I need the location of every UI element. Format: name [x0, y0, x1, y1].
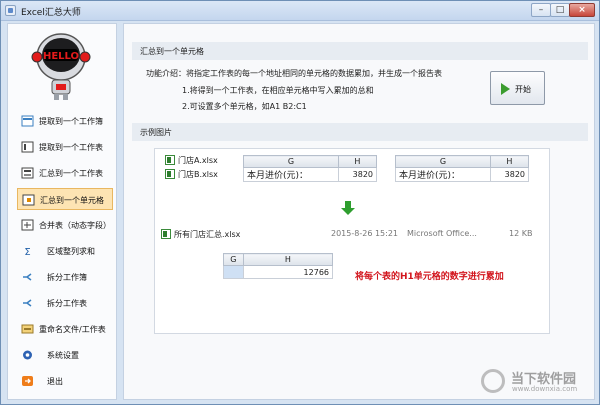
sidebar-item-exit[interactable]: 退出 — [17, 370, 113, 392]
example-title: 示例图片 — [140, 128, 172, 137]
price-label: 本月进价(元)： — [395, 167, 491, 182]
excel-file-icon — [165, 169, 175, 179]
watermark-url: www.downxia.com — [512, 385, 578, 393]
sheet-extract-icon — [21, 141, 34, 153]
col-g-header: G — [395, 155, 491, 168]
sum-value: 12766 — [242, 265, 334, 279]
sidebar-item-split-workbook[interactable]: 拆分工作簿 — [17, 266, 113, 288]
sidebar-item-label: 退出 — [47, 377, 63, 386]
summary-file: 所有门店汇总.xlsx — [161, 229, 240, 240]
col-g-header: G — [223, 253, 244, 266]
feature-point-2: 2.可设置多个单元格，如A1 B2:C1 — [182, 102, 307, 111]
minimize-button[interactable]: – — [531, 3, 551, 17]
example-note: 将每个表的H1单元格的数字进行累加 — [355, 272, 504, 282]
robot-mascot-logo: HELLO — [31, 33, 91, 100]
sidebar-item-label: 重命名文件/工作表 — [39, 325, 106, 334]
sidebar-item-summary-cell[interactable]: 汇总到一个单元格 — [17, 188, 113, 210]
title-bar: Excel汇总大师 – □ × — [1, 1, 599, 21]
svg-text:HELLO: HELLO — [43, 51, 79, 62]
maximize-button[interactable]: □ — [550, 3, 570, 17]
sidebar-item-label: 区域整列求和 — [47, 247, 95, 256]
settings-icon — [23, 350, 32, 360]
example-table-a: GH 本月进价(元)： 3820 — [243, 155, 378, 182]
close-button[interactable]: × — [569, 3, 595, 17]
summary-file-name: 所有门店汇总.xlsx — [174, 230, 241, 239]
col-g-header: G — [243, 155, 339, 168]
exit-icon — [22, 376, 33, 386]
excel-file-icon — [161, 229, 171, 239]
sidebar-item-label: 汇总到一个工作表 — [39, 169, 103, 178]
start-button-label: 开始 — [515, 85, 531, 94]
excel-file-icon — [165, 155, 175, 165]
example-image: 门店A.xlsx 门店B.xlsx GH 本月进价(元)： 3820 GH 本月进… — [154, 148, 550, 334]
price-label: 本月进价(元)： — [243, 167, 339, 182]
summary-file-size: 12 KB — [509, 229, 533, 238]
sheet-summary-icon — [21, 167, 34, 179]
split-sheet-icon — [23, 299, 32, 307]
window-title: Excel汇总大师 — [21, 8, 81, 18]
sidebar-item-summary-sheet[interactable]: 汇总到一个工作表 — [17, 162, 113, 184]
sidebar-item-extract-workbook[interactable]: 提取到一个工作簿 — [17, 110, 113, 132]
app-window: Excel汇总大师 – □ × HELLO 提取到一个工作簿 提取到一个工作表 — [0, 0, 600, 405]
sidebar-item-merge-table[interactable]: 合并表（动态字段） — [17, 214, 113, 236]
split-workbook-icon — [23, 273, 32, 281]
cell-summary-icon — [22, 194, 35, 206]
sidebar-item-column-sum[interactable]: Σ 区域整列求和 — [17, 240, 113, 262]
col-h-header: H — [337, 155, 378, 168]
section-title: 汇总到一个单元格 — [140, 47, 204, 56]
start-button[interactable]: 开始 — [490, 71, 545, 105]
example-table-b: GH 本月进价(元)： 3820 — [395, 155, 530, 182]
sidebar-item-rename[interactable]: 重命名文件/工作表 — [17, 318, 113, 340]
sidebar-item-settings[interactable]: 系统设置 — [17, 344, 113, 366]
summary-file-date: 2015-8-26 15:21 — [331, 229, 398, 238]
example-file-b: 门店B.xlsx — [165, 169, 218, 180]
feature-description: 功能介绍：将指定工作表的每一个地址相同的单元格的数据累加，并生成一个报告表 — [146, 69, 442, 78]
sidebar-item-label: 提取到一个工作簿 — [39, 117, 103, 126]
sidebar-item-label: 提取到一个工作表 — [39, 143, 103, 152]
section-header: 汇总到一个单元格 — [132, 42, 588, 60]
down-arrow-icon — [341, 201, 355, 215]
sidebar-item-label: 汇总到一个单元格 — [40, 196, 104, 205]
rename-icon — [21, 324, 34, 334]
column-sum-icon: Σ — [24, 247, 30, 257]
main-panel: 汇总到一个单元格 功能介绍：将指定工作表的每一个地址相同的单元格的数据累加，并生… — [123, 23, 595, 400]
feature-point-1: 1.将得到一个工作表，在相应单元格中写入累加的总和 — [182, 86, 374, 95]
summary-file-type: Microsoft Office... — [407, 229, 477, 238]
sidebar-item-label: 合并表（动态字段） — [39, 221, 111, 230]
merge-table-icon — [21, 219, 34, 231]
file-b-name: 门店B.xlsx — [178, 170, 218, 179]
col-h-header: H — [489, 155, 530, 168]
example-file-a: 门店A.xlsx — [165, 155, 218, 166]
sidebar-item-extract-sheet[interactable]: 提取到一个工作表 — [17, 136, 113, 158]
watermark-logo: 当下软件园 www.downxia.com — [481, 367, 591, 397]
sidebar-item-label: 系统设置 — [47, 351, 79, 360]
watermark-circle-icon — [481, 369, 505, 393]
sidebar-item-label: 拆分工作表 — [47, 299, 87, 308]
example-header: 示例图片 — [132, 123, 588, 141]
price-value: 3820 — [337, 167, 378, 182]
sidebar: HELLO 提取到一个工作簿 提取到一个工作表 汇总到一个工作表 汇总到一个单元… — [7, 23, 117, 400]
excel-extract-icon — [21, 115, 34, 127]
example-result-table: GH 12766 — [223, 253, 334, 279]
col-h-header: H — [242, 253, 334, 266]
app-icon — [5, 5, 16, 16]
svg-text:Σ: Σ — [24, 247, 30, 257]
sidebar-item-label: 拆分工作簿 — [47, 273, 87, 282]
summary-file-row: 所有门店汇总.xlsx 2015-8-26 15:21 Microsoft Of… — [161, 227, 533, 241]
file-a-name: 门店A.xlsx — [178, 156, 218, 165]
play-icon — [501, 83, 510, 95]
result-empty-cell — [223, 265, 244, 279]
price-value: 3820 — [489, 167, 530, 182]
sidebar-item-split-sheet[interactable]: 拆分工作表 — [17, 292, 113, 314]
